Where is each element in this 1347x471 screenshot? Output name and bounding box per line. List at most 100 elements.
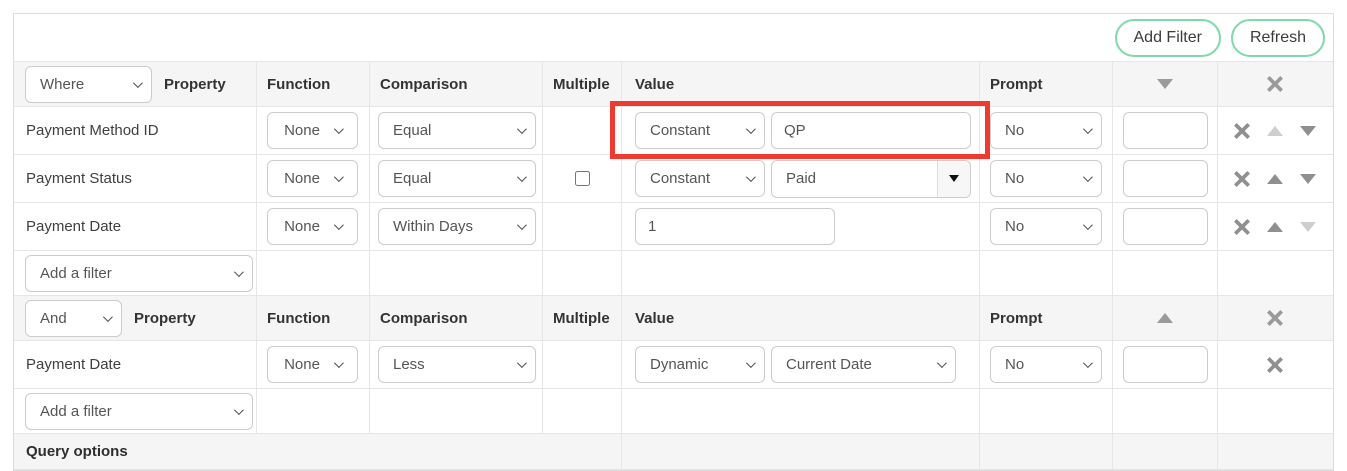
section1-collapse-cell[interactable] xyxy=(1113,62,1218,106)
chevron-down-icon xyxy=(746,124,756,134)
section1-delete-all-cell[interactable] xyxy=(1218,62,1332,106)
dynamic-value-select-value: Current Date xyxy=(786,356,872,373)
function-select-value: None xyxy=(284,170,320,187)
comparison-select[interactable]: Within Days xyxy=(378,208,536,245)
value-type-select-value: Constant xyxy=(650,170,710,187)
comparison-select[interactable]: Equal xyxy=(378,160,536,197)
function-select-value: None xyxy=(284,356,320,373)
empty-cell xyxy=(1113,389,1218,433)
empty-cell xyxy=(1113,434,1218,469)
dropdown-arrow-icon xyxy=(949,175,959,182)
chevron-down-icon xyxy=(1083,220,1093,230)
add-a-filter-select[interactable]: Add a filter xyxy=(25,255,253,292)
move-down-icon[interactable] xyxy=(1300,174,1316,184)
chevron-down-icon xyxy=(133,78,143,88)
refresh-button[interactable]: Refresh xyxy=(1231,19,1325,57)
column-header-property: Property xyxy=(134,310,196,327)
chevron-down-icon xyxy=(334,358,344,368)
prompt-select[interactable]: No xyxy=(990,160,1102,197)
prompt-cell: No xyxy=(980,203,1113,250)
section1-connector-cell: Where Property xyxy=(14,62,257,106)
prompt-select[interactable]: No xyxy=(990,346,1102,383)
function-cell: None xyxy=(257,107,370,154)
move-up-icon[interactable] xyxy=(1267,174,1283,184)
empty-cell xyxy=(257,389,370,433)
delete-all-icon xyxy=(1267,310,1283,326)
dynamic-value-select[interactable]: Current Date xyxy=(771,346,956,383)
order-input[interactable] xyxy=(1123,346,1208,383)
chevron-down-icon xyxy=(746,358,756,368)
value-input[interactable] xyxy=(635,208,835,245)
function-select[interactable]: None xyxy=(267,346,358,383)
delete-row-icon[interactable] xyxy=(1234,171,1250,187)
column-header-function: Function xyxy=(257,296,370,340)
function-select[interactable]: None xyxy=(267,208,358,245)
chevron-down-icon xyxy=(334,172,344,182)
empty-cell xyxy=(1113,251,1218,295)
value-cell: Constant Paid xyxy=(622,155,980,202)
connector-select-and[interactable]: And xyxy=(25,300,122,337)
value-type-select[interactable]: Dynamic xyxy=(635,346,765,383)
empty-cell xyxy=(980,251,1113,295)
property-label: Payment Status xyxy=(14,155,257,202)
empty-cell xyxy=(543,389,622,433)
prompt-select-value: No xyxy=(1005,356,1024,373)
comparison-select[interactable]: Less xyxy=(378,346,536,383)
order-cell xyxy=(1113,107,1218,154)
comparison-select[interactable]: Equal xyxy=(378,112,536,149)
combobox-dropdown-button[interactable] xyxy=(937,161,970,197)
chevron-down-icon xyxy=(334,124,344,134)
comparison-cell: Less xyxy=(370,341,543,388)
filter-row-payment-method-id: Payment Method ID None Equal Constant xyxy=(14,107,1333,155)
move-up-icon[interactable] xyxy=(1267,222,1283,232)
add-a-filter-select[interactable]: Add a filter xyxy=(25,393,253,430)
add-filter-cell: Add a filter xyxy=(14,389,257,433)
function-select[interactable]: None xyxy=(267,112,358,149)
collapse-down-icon xyxy=(1157,79,1173,89)
section2-delete-all-cell[interactable] xyxy=(1218,296,1332,340)
connector-select-where[interactable]: Where xyxy=(25,66,152,103)
order-input[interactable] xyxy=(1123,208,1208,245)
value-combobox[interactable]: Paid xyxy=(771,160,971,198)
empty-cell xyxy=(370,251,543,295)
section2-header-row: And Property Function Comparison Multipl… xyxy=(14,296,1333,341)
delete-row-icon[interactable] xyxy=(1267,357,1283,373)
query-options-row[interactable]: Query options xyxy=(14,434,1333,470)
value-type-select[interactable]: Constant xyxy=(635,160,765,197)
function-select-value: None xyxy=(284,218,320,235)
add-filter-button[interactable]: Add Filter xyxy=(1115,19,1221,57)
empty-cell xyxy=(257,251,370,295)
empty-cell xyxy=(1218,251,1332,295)
column-header-multiple: Multiple xyxy=(543,296,622,340)
property-label: Payment Date xyxy=(14,341,257,388)
toolbar: Add Filter Refresh xyxy=(14,14,1333,62)
function-cell: None xyxy=(257,155,370,202)
value-combobox-text: Paid xyxy=(772,161,937,197)
function-cell: None xyxy=(257,341,370,388)
function-select[interactable]: None xyxy=(267,160,358,197)
move-down-icon[interactable] xyxy=(1300,126,1316,136)
delete-row-icon[interactable] xyxy=(1234,219,1250,235)
order-input[interactable] xyxy=(1123,112,1208,149)
prompt-cell: No xyxy=(980,107,1113,154)
prompt-select[interactable]: No xyxy=(990,208,1102,245)
order-input[interactable] xyxy=(1123,160,1208,197)
delete-all-icon xyxy=(1267,76,1283,92)
multiple-checkbox[interactable] xyxy=(575,171,590,186)
delete-row-icon[interactable] xyxy=(1234,123,1250,139)
value-type-select-value: Constant xyxy=(650,122,710,139)
column-header-value: Value xyxy=(622,62,980,106)
column-header-prompt: Prompt xyxy=(980,296,1113,340)
value-input[interactable] xyxy=(771,112,971,149)
section2-collapse-cell[interactable] xyxy=(1113,296,1218,340)
value-type-select[interactable]: Constant xyxy=(635,112,765,149)
empty-cell xyxy=(980,389,1113,433)
row-actions-cell xyxy=(1218,155,1332,202)
empty-cell xyxy=(622,389,980,433)
comparison-select-value: Equal xyxy=(393,122,431,139)
multiple-cell xyxy=(543,203,622,250)
prompt-select[interactable]: No xyxy=(990,112,1102,149)
chevron-down-icon xyxy=(334,220,344,230)
filter-row-payment-status: Payment Status None Equal Constant xyxy=(14,155,1333,203)
filter-builder-page: Add Filter Refresh Where Property Functi… xyxy=(0,0,1347,471)
